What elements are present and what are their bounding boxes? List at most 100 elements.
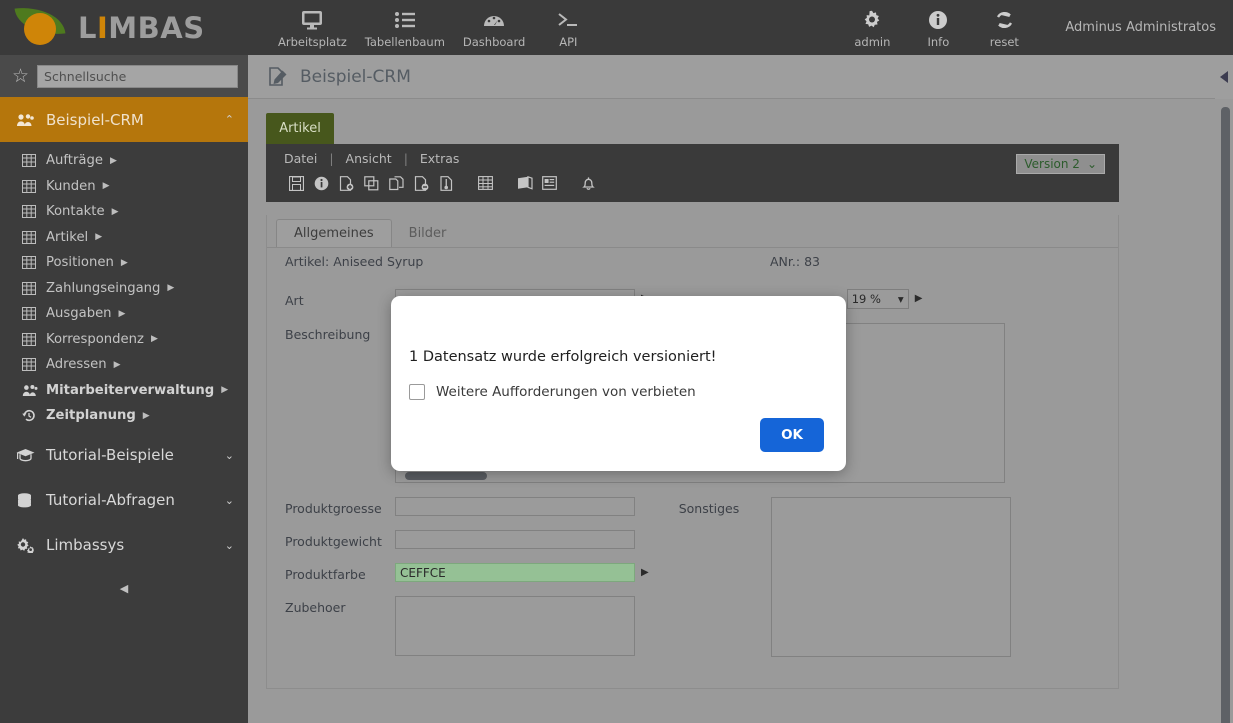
topnav-item-arbeitsplatz[interactable]: Arbeitsplatz bbox=[270, 5, 355, 51]
chevron-right-icon: ▶ bbox=[167, 283, 175, 294]
sidebar-item-auftraege[interactable]: Aufträge ▶ bbox=[0, 148, 248, 174]
search-input[interactable] bbox=[37, 64, 238, 88]
produktgroesse-input[interactable] bbox=[395, 497, 635, 516]
mwst-expand-icon[interactable]: ▶ bbox=[915, 289, 923, 304]
sidebar-group-tutorial-beispiele[interactable]: Tutorial-Beispiele ⌄ bbox=[0, 433, 248, 478]
field-row-produktgroesse: Produktgroesse bbox=[267, 497, 649, 516]
form-toolbar: Datei | Ansicht | Extras Version 2 ⌄ bbox=[266, 144, 1119, 202]
sidebar-group-limbassys[interactable]: Limbassys ⌄ bbox=[0, 523, 248, 568]
record-value: Aniseed Syrup bbox=[333, 254, 424, 269]
record-header: Artikel: Aniseed Syrup ANr.: 83 bbox=[267, 247, 1118, 275]
module-tab-artikel[interactable]: Artikel bbox=[266, 113, 334, 144]
version-select[interactable]: Version 2 ⌄ bbox=[1016, 154, 1105, 174]
sidebar-search-row: ☆ bbox=[0, 55, 248, 97]
ok-button[interactable]: OK bbox=[760, 418, 824, 452]
table-icon[interactable] bbox=[473, 173, 498, 193]
tab-bilder[interactable]: Bilder bbox=[392, 219, 464, 247]
duplicate-icon[interactable] bbox=[384, 173, 409, 193]
sonstiges-textarea[interactable] bbox=[770, 497, 1011, 657]
table-icon bbox=[22, 307, 46, 321]
chevron-right-icon: ▶ bbox=[150, 334, 158, 345]
breadcrumb: Beispiel-CRM bbox=[248, 55, 1233, 99]
bell-icon[interactable] bbox=[576, 173, 601, 193]
field-label-zubehoer: Zubehoer bbox=[285, 600, 346, 615]
sidebar-item-adressen[interactable]: Adressen ▶ bbox=[0, 352, 248, 378]
sidebar-item-label: Mitarbeiterverwaltung bbox=[46, 382, 215, 398]
book-icon[interactable] bbox=[512, 173, 537, 193]
star-icon[interactable]: ☆ bbox=[12, 66, 29, 86]
sidebar-item-korrespondenz[interactable]: Korrespondenz ▶ bbox=[0, 327, 248, 353]
chevron-right-icon: ▶ bbox=[113, 359, 121, 370]
topright-item-reset[interactable]: reset bbox=[971, 5, 1037, 51]
beschreibung-scrollbar-track[interactable] bbox=[397, 471, 1003, 480]
sidebar-item-ausgaben[interactable]: Ausgaben ▶ bbox=[0, 301, 248, 327]
suppress-prompts-checkbox[interactable] bbox=[409, 384, 425, 400]
menu-separator: | bbox=[403, 151, 408, 166]
right-panel-toggle[interactable] bbox=[1215, 55, 1233, 99]
topright-item-admin[interactable]: admin bbox=[839, 5, 905, 51]
new-record-icon[interactable] bbox=[334, 173, 359, 193]
sidebar-group-tutorial-abfragen[interactable]: Tutorial-Abfragen ⌄ bbox=[0, 478, 248, 523]
edit-document-icon bbox=[266, 66, 288, 88]
sidebar-item-kontakte[interactable]: Kontakte ▶ bbox=[0, 199, 248, 225]
produktgewicht-input[interactable] bbox=[395, 530, 635, 549]
logo-text-suffix: MBAS bbox=[108, 10, 205, 45]
sidebar-collapse-button[interactable]: ◀ bbox=[0, 582, 248, 595]
chevron-down-icon: ⌄ bbox=[224, 448, 234, 462]
page-title: Beispiel-CRM bbox=[300, 66, 411, 87]
users-icon bbox=[22, 384, 46, 397]
save-icon[interactable] bbox=[284, 173, 309, 193]
tab-allgemeines[interactable]: Allgemeines bbox=[276, 219, 392, 247]
sidebar-item-zeitplanung[interactable]: Zeitplanung ▶ bbox=[0, 403, 248, 429]
top-right-tools: admin Info reset Adminus Administratos bbox=[839, 0, 1233, 55]
sidebar-item-kunden[interactable]: Kunden ▶ bbox=[0, 174, 248, 200]
copy-icon[interactable] bbox=[359, 173, 384, 193]
gears-icon bbox=[16, 537, 46, 553]
info-icon[interactable] bbox=[309, 173, 334, 193]
sidebar-item-label: Kontakte bbox=[46, 204, 105, 220]
zubehoer-textarea[interactable] bbox=[395, 596, 635, 656]
application-root: LIMBAS Arbeitsplatz Tabellenbaum Dashboa… bbox=[0, 0, 1233, 723]
suppress-prompts-label: Weitere Aufforderungen von verbieten bbox=[436, 384, 696, 400]
menu-extras[interactable]: Extras bbox=[420, 151, 460, 166]
menu-ansicht[interactable]: Ansicht bbox=[346, 151, 392, 166]
topnav-item-dashboard[interactable]: Dashboard bbox=[455, 5, 533, 51]
topnav-item-api[interactable]: API bbox=[535, 5, 601, 51]
field-label-beschreibung: Beschreibung bbox=[285, 327, 371, 342]
field-label-produktfarbe: Produktfarbe bbox=[285, 567, 366, 582]
graduation-cap-icon bbox=[16, 448, 46, 462]
top-navigation: Arbeitsplatz Tabellenbaum Dashboard API bbox=[270, 5, 601, 51]
field-label-art: Art bbox=[285, 293, 304, 308]
sidebar-item-label: Aufträge bbox=[46, 153, 103, 169]
chevron-up-icon: ⌃ bbox=[224, 113, 234, 126]
sidebar-item-mitarbeiterverwaltung[interactable]: Mitarbeiterverwaltung ▶ bbox=[0, 378, 248, 404]
report-icon[interactable] bbox=[537, 173, 562, 193]
chevron-down-icon: ⌄ bbox=[1086, 157, 1097, 171]
database-icon bbox=[16, 492, 46, 508]
version-select-value: Version 2 bbox=[1024, 157, 1080, 171]
field-label-produktgroesse: Produktgroesse bbox=[285, 501, 382, 516]
mwst-select[interactable]: 19 % ▾ bbox=[846, 289, 909, 309]
lower-field-columns: Produktgroesse Produktgewicht Produktfar… bbox=[267, 497, 1118, 670]
sidebar-item-label: Zeitplanung bbox=[46, 408, 136, 424]
sidebar-group-beispiel-crm[interactable]: Beispiel-CRM ⌃ bbox=[0, 97, 248, 142]
info-icon bbox=[928, 9, 948, 31]
chevron-down-icon: ⌄ bbox=[224, 538, 234, 552]
sidebar-item-label: Kunden bbox=[46, 178, 96, 194]
export-record-icon[interactable] bbox=[434, 173, 459, 193]
chevron-right-icon: ▶ bbox=[109, 155, 117, 166]
produktfarbe-expand-icon[interactable]: ▶ bbox=[641, 563, 649, 578]
current-user-label: Adminus Administratos bbox=[1065, 20, 1216, 35]
sidebar-item-positionen[interactable]: Positionen ▶ bbox=[0, 250, 248, 276]
menu-datei[interactable]: Datei bbox=[284, 151, 317, 166]
beschreibung-scrollbar-thumb[interactable] bbox=[405, 472, 487, 480]
topright-item-info[interactable]: Info bbox=[905, 5, 971, 51]
produktfarbe-input[interactable] bbox=[395, 563, 635, 582]
sidebar-group-label: Beispiel-CRM bbox=[46, 110, 144, 129]
delete-record-icon[interactable] bbox=[409, 173, 434, 193]
sidebar-item-zahlungseingang[interactable]: Zahlungseingang ▶ bbox=[0, 276, 248, 302]
sidebar-item-artikel[interactable]: Artikel ▶ bbox=[0, 225, 248, 251]
app-logo[interactable]: LIMBAS bbox=[0, 3, 250, 51]
sidebar-item-label: Korrespondenz bbox=[46, 331, 144, 347]
topnav-item-tabellenbaum[interactable]: Tabellenbaum bbox=[357, 5, 453, 51]
